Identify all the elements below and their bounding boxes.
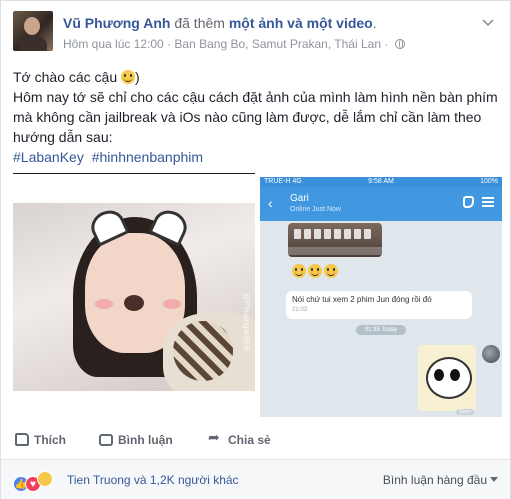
chat-app-bar: ‹ Gari Online Just Now xyxy=(260,187,502,221)
emoji-row xyxy=(292,263,340,281)
contact-avatar xyxy=(482,345,500,363)
cat-plush xyxy=(173,321,233,381)
meta-separator-2: · xyxy=(384,37,389,51)
post-meta: Hôm qua lúc 12:00 · Ban Bang Bo, Samut P… xyxy=(63,37,405,51)
sticker-image xyxy=(418,345,476,411)
greeting-text: Tớ chào các cậu xyxy=(13,69,118,85)
globe-icon[interactable] xyxy=(394,39,405,49)
post-text: Tớ chào các cậu ) Hôm nay tớ sẽ chỉ cho … xyxy=(13,67,503,167)
blush-right xyxy=(163,299,181,309)
author-name[interactable]: Vũ Phương Anh xyxy=(63,15,170,31)
phone-status-bar: TRUE-H 4G 9:58 AM 100% xyxy=(260,177,502,187)
greeting-end: ) xyxy=(135,69,140,85)
share-button[interactable]: Chia sẻ xyxy=(208,430,271,447)
phone-clock: 9:58 AM xyxy=(368,178,394,185)
comment-sort-label: Bình luận hàng đầu xyxy=(382,473,487,487)
back-arrow-icon: ‹ xyxy=(268,195,273,211)
smile-emoji-icon xyxy=(324,264,338,278)
caret-down-icon xyxy=(490,477,498,482)
chevron-down-icon[interactable] xyxy=(482,15,496,29)
seen-label: Seen xyxy=(456,409,474,415)
media-grid: @Phuonganhhh TRUE-H 4G 9:58 AM 100% ‹ Ga… xyxy=(13,177,502,417)
meta-separator: · xyxy=(167,37,172,51)
like-label: Thích xyxy=(34,433,66,447)
reactions-bar: 👍 ♥ Tien Truong và 1,2K người khác Bình l… xyxy=(1,459,510,499)
keyboard-wallpaper-preview xyxy=(288,223,382,257)
phone-call-icon xyxy=(463,196,474,208)
smile-emoji-icon xyxy=(292,264,306,278)
comment-label: Bình luận xyxy=(118,433,173,447)
share-label: Chia sẻ xyxy=(228,433,271,447)
post-title-line: Vũ Phương Anh đã thêm một ảnh và một vid… xyxy=(63,15,377,31)
post-timestamp[interactable]: Hôm qua lúc 12:00 xyxy=(63,37,164,51)
like-button[interactable]: Thích xyxy=(15,433,66,447)
menu-icon xyxy=(482,197,494,199)
post-body-text: Hôm nay tớ sẽ chỉ cho các cậu cách đặt ả… xyxy=(13,89,498,145)
messenger-screenshot[interactable]: TRUE-H 4G 9:58 AM 100% ‹ Gari Online Jus… xyxy=(259,177,502,417)
contact-status: Online Just Now xyxy=(290,206,341,213)
reaction-icons[interactable]: 👍 ♥ xyxy=(13,471,53,492)
battery-level: 100% xyxy=(480,178,498,185)
post-location[interactable]: Ban Bang Bo, Samut Prakan, Thái Lan xyxy=(174,37,381,51)
author-avatar[interactable] xyxy=(13,11,53,51)
comment-button[interactable]: Bình luận xyxy=(99,433,173,447)
chat-time: 21:03 xyxy=(292,307,308,313)
smile-emoji-icon xyxy=(121,70,136,84)
chat-bubble: Nói chứ tui xem 2 phim Jun đóng rồi đó 2… xyxy=(286,291,472,319)
thumbs-up-icon xyxy=(15,433,29,446)
video-thumbnail[interactable]: @Phuonganhhh xyxy=(13,203,255,391)
hashtag-hinhnenbanphim[interactable]: #hinhnenbanphim xyxy=(92,149,203,165)
reaction-summary[interactable]: Tien Truong và 1,2K người khác xyxy=(67,473,239,487)
hashtag-labankey[interactable]: #LabanKey xyxy=(13,149,84,165)
hashtags: #LabanKey #hinhnenbanphim xyxy=(13,147,503,167)
video-watermark: @Phuonganhhh xyxy=(242,293,251,351)
text-divider xyxy=(13,173,255,174)
attachment-link[interactable]: một ảnh và một video xyxy=(229,15,373,31)
contact-name: Gari xyxy=(290,193,309,204)
share-arrow-icon xyxy=(208,430,223,446)
haha-reaction-icon xyxy=(37,471,53,487)
post-actions: Thích Bình luận Chia sẻ xyxy=(13,430,501,455)
post-card: Vũ Phương Anh đã thêm một ảnh và một vid… xyxy=(0,0,511,499)
smile-emoji-icon xyxy=(308,264,322,278)
cat-nose xyxy=(124,295,144,311)
day-separator: 01:38 Today xyxy=(356,325,406,335)
comment-sort-dropdown[interactable]: Bình luận hàng đầu xyxy=(383,473,498,487)
blush-left xyxy=(95,299,113,309)
title-dot: . xyxy=(372,15,377,31)
chat-message: Nói chứ tui xem 2 phim Jun đóng rồi đó xyxy=(292,295,432,304)
comment-icon xyxy=(99,434,113,446)
post-header: Vũ Phương Anh đã thêm một ảnh và một vid… xyxy=(13,11,498,55)
post-verb: đã thêm xyxy=(174,15,225,31)
